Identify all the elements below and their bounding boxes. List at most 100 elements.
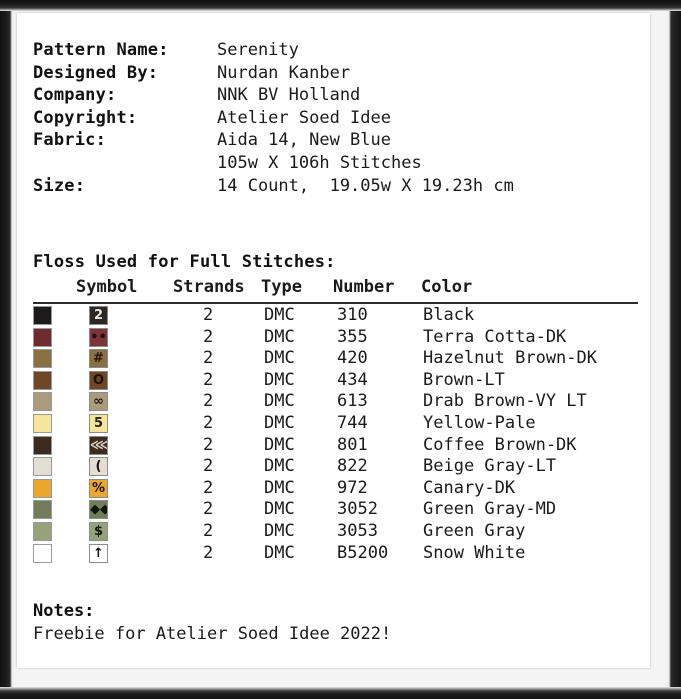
cell-number: 972	[337, 477, 368, 498]
table-row: #2 DMC 420 Hazelnut Brown-DK	[33, 347, 645, 369]
cell-number: B5200	[337, 542, 389, 563]
info-value: Serenity	[217, 40, 299, 60]
info-value: 105w X 106h Stitches	[217, 152, 422, 173]
table-row: ◆◆ 2 DMC 3052 Green Gray-MD	[33, 498, 645, 520]
document-frame: Pattern Name: Serenity Designed By: Nurdan …	[0, 0, 681, 699]
color-swatch	[33, 392, 52, 412]
info-row: Fabric: Aida 14, New Blue	[33, 129, 514, 152]
info-value: Nurdan Kanber	[217, 62, 351, 83]
color-swatch	[33, 327, 52, 347]
info-row: Copyright: Atelier Soed Idee	[33, 107, 514, 130]
cell-type: DMC	[264, 477, 295, 498]
cell-color: Black	[423, 305, 475, 325]
table-row: % 2 DMC 972 Canary-DK	[33, 477, 645, 499]
table-row: (2 DMC 822 Beige Gray-LT	[33, 455, 645, 477]
stitch-symbol-icon: ◆◆	[89, 500, 108, 520]
info-row: Size: 14 Count, 19.05w X 19.23h cm	[33, 175, 514, 198]
color-swatch	[33, 478, 52, 498]
stitch-symbol-icon: $	[89, 521, 108, 541]
column-header-symbol: Symbol	[76, 277, 138, 297]
stitch-symbol-icon: ••	[89, 327, 108, 347]
floss-row-group: 2 2 DMC 310 Black •• 2 DMC 355 Terra Cotta-DK #2 DM…	[33, 304, 645, 563]
cell-number: 613	[337, 391, 368, 412]
floss-table-header: Symbol Strands Type Number Color	[33, 277, 645, 299]
cell-type: DMC	[264, 542, 295, 563]
cell-type: DMC	[264, 456, 295, 477]
cell-strands: 2	[203, 326, 214, 347]
cell-type: DMC	[264, 391, 295, 412]
info-value: 14 Count, 19.05w X 19.23h cm	[217, 175, 514, 196]
pattern-sheet: Pattern Name: Serenity Designed By: Nurdan …	[17, 13, 650, 668]
color-swatch	[33, 500, 52, 520]
info-label: Company:	[33, 85, 117, 106]
table-row: ↑ 2 DMC B5200 Snow White	[33, 542, 645, 564]
cell-strands: 2	[203, 434, 214, 455]
info-value: Atelier Soed Idee	[217, 107, 391, 128]
cell-strands: 2	[203, 499, 214, 520]
color-swatch	[33, 306, 52, 325]
cell-color: Canary-DK	[423, 477, 516, 498]
floss-table: Symbol Strands Type Number Color 2 2 DMC 31…	[33, 277, 645, 563]
cell-type: DMC	[264, 499, 295, 520]
cell-type: DMC	[264, 434, 295, 455]
color-swatch	[33, 521, 52, 541]
cell-type: DMC	[264, 326, 295, 347]
cell-number: 355	[337, 326, 368, 347]
cell-color: Terra Cotta-DK	[423, 326, 567, 347]
cell-color: Green Gray	[423, 520, 526, 541]
stitch-symbol-icon: ∞	[89, 392, 108, 412]
column-header-number: Number	[333, 277, 395, 297]
cell-color: Beige Gray-LT	[423, 456, 557, 477]
info-row: Company: NNK BV Holland	[33, 84, 514, 107]
pattern-info-block: Pattern Name: Serenity Designed By: Nurdan …	[33, 39, 514, 197]
cell-number: 434	[337, 369, 368, 390]
cell-number: 310	[337, 305, 368, 325]
color-swatch	[33, 349, 52, 369]
stitch-symbol-icon: ⋘	[89, 435, 108, 455]
cell-number: 3053	[337, 520, 378, 541]
stitch-symbol-icon: %	[89, 478, 108, 498]
color-swatch	[33, 435, 52, 455]
stitch-symbol-icon: 2	[89, 306, 108, 325]
cell-strands: 2	[203, 456, 214, 477]
cell-color: Green Gray-MD	[423, 499, 557, 520]
notes-title: Notes:	[33, 601, 95, 621]
table-row: ∞ 2 DMC 613 Drab Brown-VY LT	[33, 390, 645, 412]
info-label	[33, 152, 217, 175]
stitch-symbol-icon: 5	[89, 413, 108, 433]
info-row: Pattern Name: Serenity	[33, 39, 514, 62]
cell-type: DMC	[264, 412, 295, 433]
column-header-color: Color	[421, 277, 473, 297]
color-swatch	[33, 413, 52, 433]
table-row: 5 2 DMC 744 Yellow-Pale	[33, 412, 645, 434]
floss-section-title: Floss Used for Full Stitches:	[33, 252, 336, 272]
cell-color: Coffee Brown-DK	[423, 434, 577, 455]
color-swatch	[33, 370, 52, 390]
cell-strands: 2	[203, 348, 214, 369]
cell-number: 3052	[337, 499, 378, 520]
cell-number: 801	[337, 434, 368, 455]
cell-type: DMC	[264, 520, 295, 541]
cell-color: Snow White	[423, 542, 526, 563]
info-row: 105w X 106h Stitches	[33, 152, 514, 175]
cell-type: DMC	[264, 348, 295, 369]
info-label: Copyright:	[33, 107, 138, 128]
stitch-symbol-icon: (	[89, 457, 108, 477]
table-row: 2 2 DMC 310 Black	[33, 304, 645, 326]
cell-color: Yellow-Pale	[423, 412, 536, 433]
column-header-strands: Strands	[173, 277, 245, 297]
stitch-symbol-icon: #	[89, 349, 108, 369]
table-row: $2 DMC 3053 Green Gray	[33, 520, 645, 542]
cell-type: DMC	[264, 369, 295, 390]
table-row: O 2 DMC 434 Brown-LT	[33, 369, 645, 391]
info-value: NNK BV Holland	[217, 85, 361, 106]
table-row: ⋘ 2 DMC 801 Coffee Brown-DK	[33, 434, 645, 456]
info-row: Designed By: Nurdan Kanber	[33, 62, 514, 85]
info-label: Pattern Name:	[33, 40, 169, 60]
cell-strands: 2	[203, 305, 214, 325]
table-row: •• 2 DMC 355 Terra Cotta-DK	[33, 326, 645, 348]
cell-strands: 2	[203, 477, 214, 498]
cell-strands: 2	[203, 542, 214, 563]
cell-number: 420	[337, 348, 368, 369]
cell-strands: 2	[203, 412, 214, 433]
